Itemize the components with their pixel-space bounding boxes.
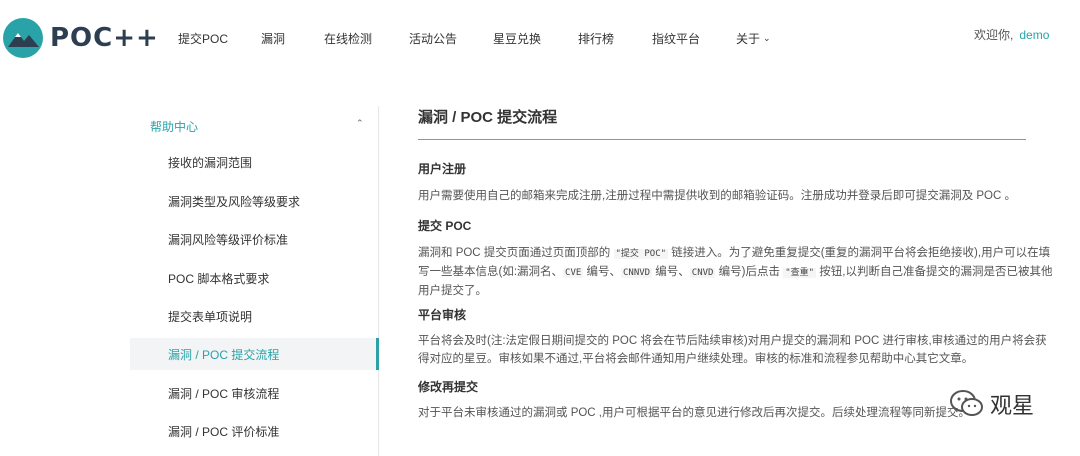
code-submit-poc: "提交 POC" <box>613 249 669 259</box>
chevron-down-icon: ⌄ <box>763 32 771 43</box>
sidebar-item-submit-flow[interactable]: 漏洞 / POC 提交流程 <box>130 338 379 370</box>
text-fragment: 编号、 <box>583 266 621 278</box>
top-header: POC++ 提交POC 漏洞 在线检测 活动公告 星豆兑换 排行榜 指纹平台 关… <box>0 0 1080 76</box>
sidebar-item-scope[interactable]: 接收的漏洞范围 <box>130 146 379 178</box>
nav-vulnerabilities[interactable]: 漏洞 <box>261 0 285 76</box>
nav-leaderboard[interactable]: 排行榜 <box>578 0 614 76</box>
help-sidebar: 帮助中心 ⌃ 接收的漏洞范围 漏洞类型及风险等级要求 漏洞风险等级评价标准 PO… <box>130 106 379 456</box>
section-title-review: 平台审核 <box>418 308 467 322</box>
section-title-register: 用户注册 <box>418 162 467 176</box>
logo[interactable]: POC++ <box>2 14 159 62</box>
text-fragment: 编号、 <box>652 266 690 278</box>
text-fragment: 漏洞和 POC 提交页面通过页面顶部的 <box>418 247 614 259</box>
nav-about-label: 关于 <box>736 31 761 46</box>
code-check-duplicate: "查重" <box>783 268 817 278</box>
watermark-text: 观星 <box>990 394 1035 419</box>
logo-text: POC++ <box>50 23 159 53</box>
chevron-up-icon[interactable]: ⌃ <box>356 118 364 129</box>
code-cnvd: CNVD <box>689 268 716 278</box>
sidebar-heading[interactable]: 帮助中心 <box>150 118 198 135</box>
nav-online-detection[interactable]: 在线检测 <box>324 0 372 76</box>
nav-announcements[interactable]: 活动公告 <box>409 0 457 76</box>
nav-fingerprint-platform[interactable]: 指纹平台 <box>652 0 700 76</box>
section-body-register: 用户需要使用自己的邮箱来完成注册,注册过程中需提供收到的邮箱验证码。注册成功并登… <box>418 190 1016 202</box>
article: 漏洞 / POC 提交流程 用户注册 用户需要使用自己的邮箱来完成注册,注册过程… <box>418 106 1058 419</box>
sidebar-item-vuln-types[interactable]: 漏洞类型及风险等级要求 <box>130 185 379 217</box>
section-body-review: 平台将会及时(注:法定假日期间提交的 POC 将会在节后陆续审核)对用户提交的漏… <box>418 335 1047 365</box>
page-title: 漏洞 / POC 提交流程 <box>418 106 1026 140</box>
section-body-submit: 漏洞和 POC 提交页面通过页面顶部的 "提交 POC" 链接进入。为了避免重复… <box>418 244 1058 300</box>
nav-submit-poc[interactable]: 提交POC <box>178 0 228 76</box>
section-title-resubmit: 修改再提交 <box>418 380 479 394</box>
sidebar-item-review-flow[interactable]: 漏洞 / POC 审核流程 <box>130 377 379 409</box>
logo-icon <box>3 18 43 58</box>
sidebar-item-poc-format[interactable]: POC 脚本格式要求 <box>130 262 379 294</box>
text-fragment: 编号)后点击 <box>715 266 784 278</box>
username-link[interactable]: demo <box>1019 28 1049 42</box>
welcome-text: 欢迎你, <box>974 28 1014 42</box>
watermark: 观星 <box>950 388 1034 420</box>
sidebar-item-eval-standard[interactable]: 漏洞 / POC 评价标准 <box>130 415 379 447</box>
welcome-area: 欢迎你, demo <box>974 26 1049 43</box>
nav-star-bean-exchange[interactable]: 星豆兑换 <box>493 0 541 76</box>
nav-about[interactable]: 关于 ⌄ <box>736 0 771 76</box>
section-title-submit: 提交 POC <box>418 219 472 233</box>
wechat-icon <box>950 390 983 416</box>
code-cve: CVE <box>563 268 584 278</box>
sidebar-item-form-fields[interactable]: 提交表单项说明 <box>130 300 379 332</box>
code-cnnvd: CNNVD <box>621 268 653 278</box>
sidebar-item-risk-levels[interactable]: 漏洞风险等级评价标准 <box>130 223 379 255</box>
